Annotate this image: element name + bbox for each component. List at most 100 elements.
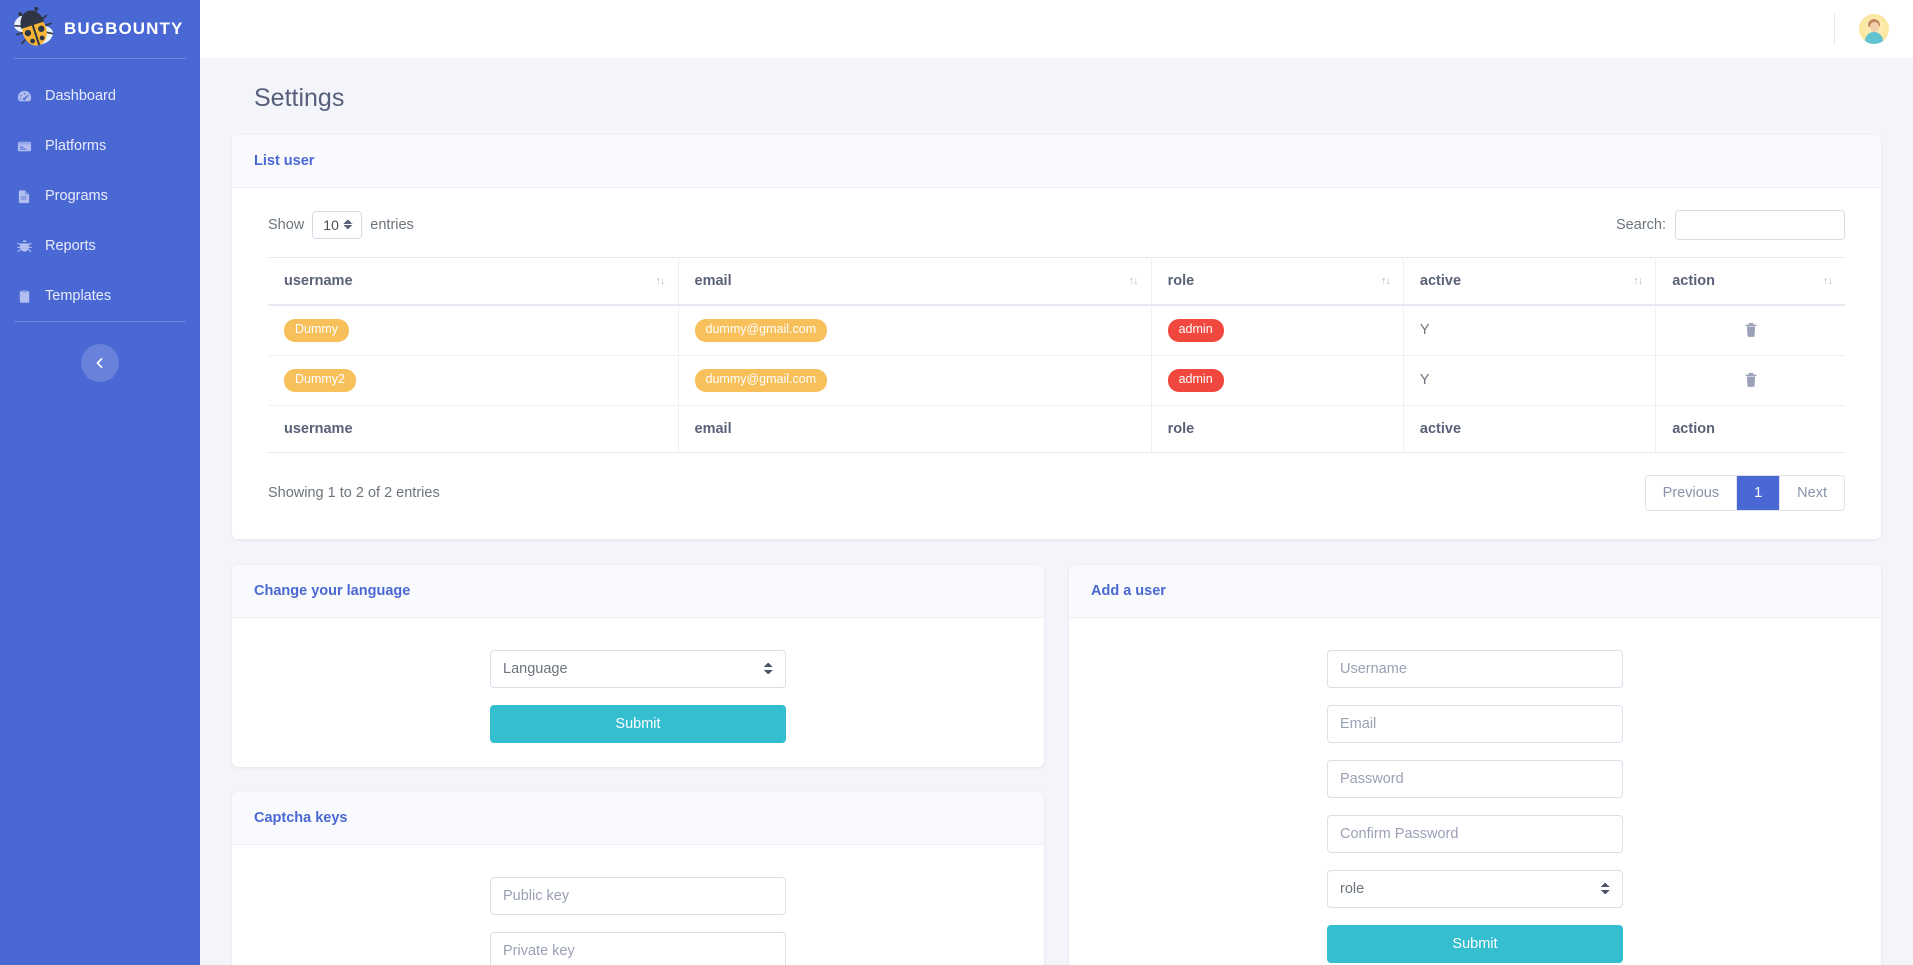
table-row: Dummy2 dummy@gmail.com admin Y [268,355,1845,406]
cell-active: Y [1403,305,1657,356]
sidebar-divider-bottom [14,321,186,322]
delete-user-button[interactable] [1672,322,1829,338]
table-row: Dummy dummy@gmail.com admin Y [268,305,1845,356]
add-user-role-select[interactable]: role [1327,869,1623,908]
cell-action [1655,305,1845,356]
search-label: Search: [1616,217,1666,233]
change-language-title: Change your language [254,582,411,599]
sidebar-collapse-button[interactable] [81,344,119,382]
list-user-card: List user Show 10 entries Search: userna… [232,135,1881,539]
sidebar-brand[interactable]: BUGBOUNTY [0,0,200,58]
add-user-card-body: role Submit [1069,618,1881,965]
add-user-confirm-password-input[interactable] [1327,814,1623,853]
column-header-email[interactable]: email ↑↓ [678,257,1152,306]
cell-action [1655,355,1845,406]
public-key-input[interactable] [490,876,786,915]
language-select[interactable]: Language [490,649,786,688]
datatable-footer: Showing 1 to 2 of 2 entries Previous 1 N… [268,474,1845,511]
sidebar-item-reports[interactable]: Reports [0,221,200,271]
entries-per-page-select[interactable]: 10 [312,211,363,239]
add-user-title: Add a user [1091,582,1166,599]
cell-email: dummy@gmail.com [678,355,1152,406]
pagination-page-1[interactable]: 1 [1737,475,1781,510]
sort-icon: ↑↓ [655,275,666,287]
delete-user-button[interactable] [1672,372,1829,388]
column-header-username[interactable]: username ↑↓ [268,257,679,306]
role-badge: admin [1167,319,1224,342]
column-header-label: username [284,273,353,289]
sort-icon: ↑↓ [1633,275,1643,287]
captcha-keys-title: Captcha keys [254,809,348,826]
add-user-password-input[interactable] [1327,759,1623,798]
username-badge: Dummy [284,319,350,342]
sidebar-item-label: Programs [45,188,108,204]
sort-icon: ↑↓ [1823,275,1833,287]
ladybug-icon [12,6,56,51]
column-header-label: active [1419,273,1462,289]
settings-forms-grid: Change your language Language Submit Cap… [232,564,1881,965]
bug-icon [17,239,32,254]
datatable-length-control: Show 10 entries [268,211,414,239]
cell-username: Dummy2 [268,355,679,406]
sidebar-item-label: Dashboard [45,88,116,104]
avatar-body [1865,32,1883,44]
user-table-head: username ↑↓ email ↑↓ role ↑↓ active ↑↓ a… [268,257,1845,306]
change-language-submit-button[interactable]: Submit [490,704,786,743]
avatar-face [1869,22,1879,32]
column-header-active[interactable]: active ↑↓ [1403,257,1657,306]
sidebar-item-programs[interactable]: Programs [0,171,200,221]
cell-role: admin [1151,305,1404,356]
email-badge: dummy@gmail.com [694,368,828,392]
trash-icon [1745,373,1757,387]
role-badge: admin [1167,368,1224,392]
footer-email: email [678,404,1152,453]
clipboard-icon [17,289,32,304]
sidebar-item-platforms[interactable]: Platforms [0,121,200,171]
cell-email: dummy@gmail.com [678,305,1152,356]
user-table: username ↑↓ email ↑↓ role ↑↓ active ↑↓ a… [268,257,1845,453]
change-language-card-body: Language Submit [232,618,1044,767]
column-header-action[interactable]: action ↑↓ [1655,257,1845,306]
pagination-next[interactable]: Next [1780,475,1844,510]
pagination-previous[interactable]: Previous [1645,475,1738,510]
column-header-label: action [1672,273,1715,289]
captcha-keys-card: Captcha keys Submit [232,791,1044,965]
search-input[interactable] [1675,210,1845,240]
list-user-card-body: Show 10 entries Search: username ↑↓ emai… [232,188,1881,539]
topbar-separator [1834,14,1835,44]
add-user-email-input[interactable] [1327,704,1623,743]
add-user-card-header: Add a user [1069,564,1881,618]
sort-icon: ↑↓ [1128,275,1139,287]
user-table-body: Dummy dummy@gmail.com admin Y Dummy2 dum… [268,305,1845,406]
sort-icon: ↑↓ [1380,275,1391,287]
user-avatar-icon[interactable] [1859,14,1889,44]
sidebar-item-templates[interactable]: Templates [0,271,200,321]
left-column: Change your language Language Submit Cap… [232,564,1044,965]
add-user-card: Add a user role Submit [1069,564,1881,965]
captcha-keys-card-header: Captcha keys [232,791,1044,845]
file-icon [17,189,32,204]
column-header-role[interactable]: role ↑↓ [1151,257,1404,306]
captcha-keys-card-body: Submit [232,845,1044,965]
change-language-card-header: Change your language [232,564,1044,618]
add-user-username-input[interactable] [1327,649,1623,688]
sidebar-nav: Dashboard Platforms Programs Reports Tem… [0,59,200,321]
list-user-title: List user [254,153,315,169]
sidebar-item-dashboard[interactable]: Dashboard [0,71,200,121]
column-header-label: email [694,273,732,289]
add-user-submit-button[interactable]: Submit [1327,924,1623,963]
show-label: Show [268,217,305,233]
datatable-search-control: Search: [1616,210,1845,240]
private-key-input[interactable] [490,931,786,965]
username-badge: Dummy2 [284,368,357,392]
list-user-card-header: List user [232,135,1881,188]
trash-icon [1745,323,1757,338]
sidebar-item-label: Templates [45,288,112,304]
sidebar: BUGBOUNTY Dashboard Platforms Programs R… [0,0,200,965]
column-header-label: role [1167,273,1195,289]
pagination: Previous 1 Next [1644,474,1845,511]
topbar [200,0,1913,58]
footer-username: username [268,404,679,453]
change-language-card: Change your language Language Submit [232,564,1044,767]
footer-role: role [1151,404,1404,453]
